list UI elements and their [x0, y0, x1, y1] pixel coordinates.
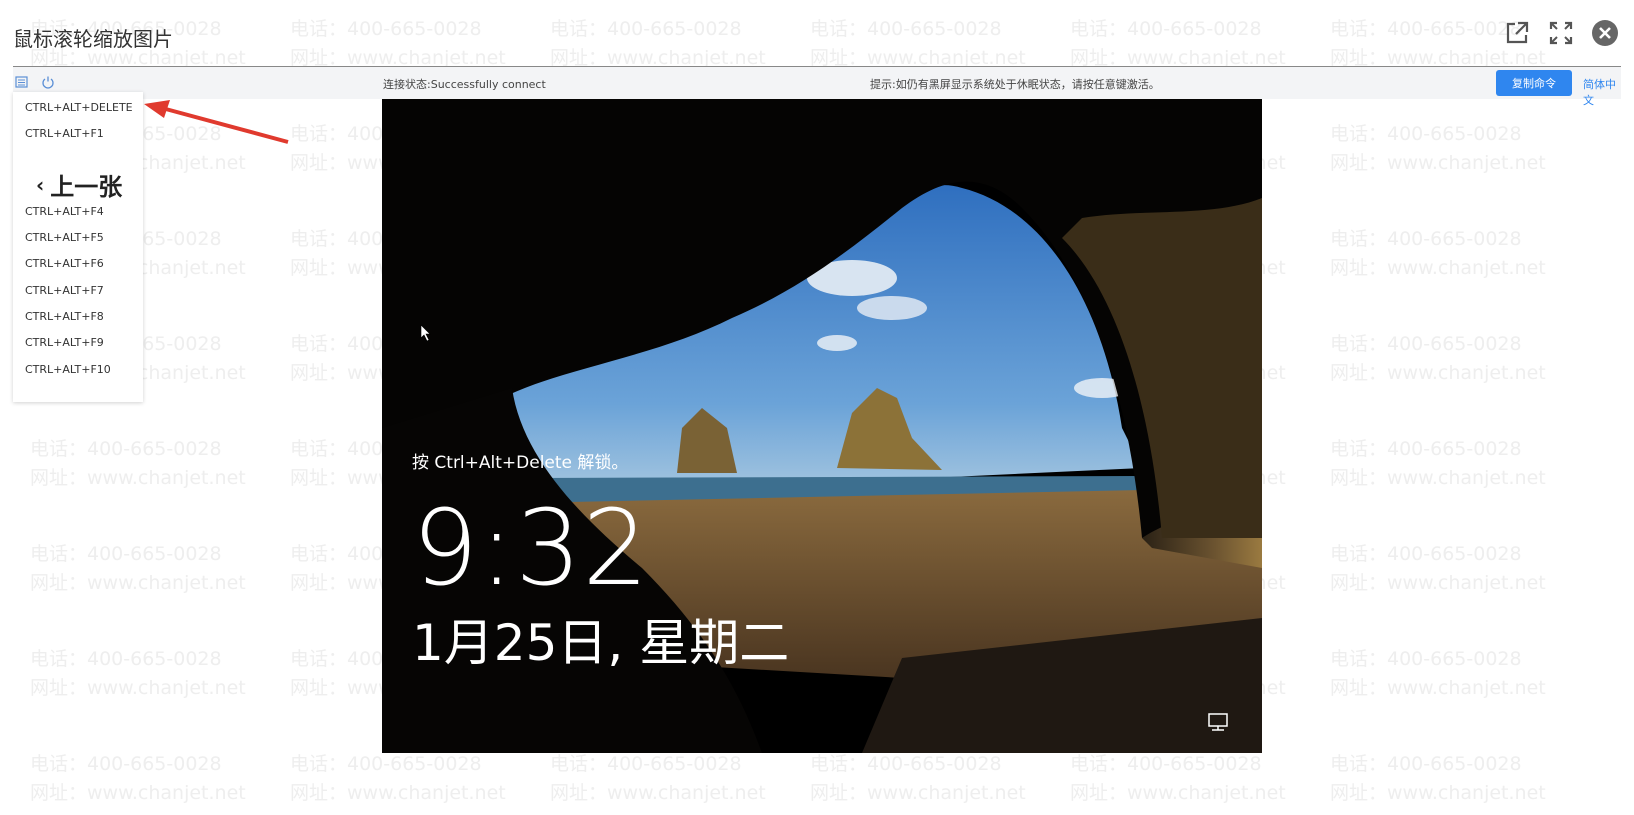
- watermark-tile: 电话：400-665-0028 网址：www.chanjet.net: [30, 540, 246, 598]
- close-icon[interactable]: [1590, 18, 1620, 48]
- watermark-phone: 电话：400-665-0028: [30, 543, 222, 565]
- watermark-site: 网址：www.chanjet.net: [810, 782, 1026, 804]
- watermark-site: 网址：www.chanjet.net: [1070, 782, 1286, 804]
- watermark-tile: 电话：400-665-0028 网址：www.chanjet.net: [30, 750, 246, 808]
- watermark-phone: 电话：400-665-0028: [550, 18, 742, 40]
- copy-command-button[interactable]: 复制命令: [1496, 70, 1572, 96]
- watermark-site: 网址：www.chanjet.net: [290, 782, 506, 804]
- watermark-tile: 电话：400-665-0028 网址：www.chanjet.net: [30, 435, 246, 493]
- connection-status: 连接状态:Successfully connect: [383, 78, 546, 91]
- chevron-left-icon: ‹: [36, 172, 45, 197]
- viewer-actions: [1502, 18, 1620, 48]
- unlock-hint: 按 Ctrl+Alt+Delete 解锁。: [412, 453, 629, 473]
- network-icon[interactable]: [1207, 713, 1231, 733]
- fullscreen-icon[interactable]: [1546, 18, 1576, 48]
- watermark-tile: 电话：400-665-0028 网址：www.chanjet.net: [30, 645, 246, 703]
- watermark-phone: 电话：400-665-0028: [30, 648, 222, 670]
- watermark-site: 网址：www.chanjet.net: [1330, 782, 1546, 804]
- watermark-site: 网址：www.chanjet.net: [1330, 467, 1546, 489]
- watermark-site: 网址：www.chanjet.net: [1330, 152, 1546, 174]
- keyboard-menu-icon[interactable]: [15, 75, 29, 89]
- watermark-phone: 电话：400-665-0028: [1330, 438, 1522, 460]
- watermark-tile: 电话：400-665-0028网址：www.chanjet.net: [1070, 15, 1286, 73]
- watermark-phone: 电话：400-665-0028: [1330, 123, 1522, 145]
- watermark-tile: 电话：400-665-0028 网址：www.chanjet.net: [550, 750, 766, 808]
- sleep-hint: 提示:如仍有黑屏显示系统处于休眠状态，请按任意键激活。: [870, 78, 1160, 91]
- watermark-phone: 电话：400-665-0028: [1330, 228, 1522, 250]
- watermark-phone: 电话：400-665-0028: [1070, 18, 1262, 40]
- watermark-tile: 电话：400-665-0028 网址：www.chanjet.net: [1330, 120, 1546, 178]
- watermark-tile: 电话：400-665-0028网址：www.chanjet.net: [810, 15, 1026, 73]
- watermark-site: 网址：www.chanjet.net: [1330, 362, 1546, 384]
- menu-item-ctrl-alt-f4[interactable]: CTRL+ALT+F4: [25, 205, 104, 218]
- mouse-cursor-icon: [420, 324, 431, 342]
- watermark-tile: 电话：400-665-0028 网址：www.chanjet.net: [1330, 225, 1546, 283]
- watermark-phone: 电话：400-665-0028: [1330, 543, 1522, 565]
- watermark-phone: 电话：400-665-0028: [550, 753, 742, 775]
- watermark-phone: 电话：400-665-0028: [30, 438, 222, 460]
- watermark-tile: 电话：400-665-0028网址：www.chanjet.net: [550, 15, 766, 73]
- previous-image-button[interactable]: ‹ 上一张: [36, 167, 122, 202]
- watermark-phone: 电话：400-665-0028: [810, 18, 1002, 40]
- viewer-title: 鼠标滚轮缩放图片: [13, 27, 173, 51]
- remote-lock-screen: 按 Ctrl+Alt+Delete 解锁。 9:32 1月25日, 星期二: [382, 98, 1262, 753]
- watermark-site: 网址：www.chanjet.net: [30, 782, 246, 804]
- watermark-tile: 电话：400-665-0028 网址：www.chanjet.net: [1330, 330, 1546, 388]
- menu-item-ctrl-alt-f10[interactable]: CTRL+ALT+F10: [25, 363, 111, 376]
- lock-time: 9:32: [412, 487, 650, 609]
- watermark-phone: 电话：400-665-0028: [1070, 753, 1262, 775]
- watermark-site: 网址：www.chanjet.net: [1330, 572, 1546, 594]
- watermark-tile: 电话：400-665-0028网址：www.chanjet.net: [290, 15, 506, 73]
- menu-item-ctrl-alt-f1[interactable]: CTRL+ALT+F1: [25, 127, 104, 140]
- watermark-tile: 电话：400-665-0028 网址：www.chanjet.net: [290, 750, 506, 808]
- watermark-phone: 电话：400-665-0028: [290, 753, 482, 775]
- key-combo-menu: CTRL+ALT+DELETE CTRL+ALT+F1 CTRL+ALT+F4 …: [13, 92, 143, 402]
- watermark-site: 网址：www.chanjet.net: [1330, 257, 1546, 279]
- watermark-site: 网址：www.chanjet.net: [30, 677, 246, 699]
- watermark-phone: 电话：400-665-0028: [30, 753, 222, 775]
- watermark-phone: 电话：400-665-0028: [1330, 648, 1522, 670]
- watermark-site: 网址：www.chanjet.net: [30, 572, 246, 594]
- open-external-icon[interactable]: [1502, 18, 1532, 48]
- menu-item-ctrl-alt-f8[interactable]: CTRL+ALT+F8: [25, 310, 104, 323]
- watermark-tile: 电话：400-665-0028 网址：www.chanjet.net: [1330, 750, 1546, 808]
- lock-date: 1月25日, 星期二: [412, 614, 790, 672]
- watermark-phone: 电话：400-665-0028: [1330, 753, 1522, 775]
- watermark-tile: 电话：400-665-0028 网址：www.chanjet.net: [1330, 540, 1546, 598]
- watermark-site: 网址：www.chanjet.net: [30, 467, 246, 489]
- watermark-site: 网址：www.chanjet.net: [1330, 677, 1546, 699]
- menu-item-ctrl-alt-f6[interactable]: CTRL+ALT+F6: [25, 257, 104, 270]
- remote-toolbar: 连接状态:Successfully connect 提示:如仍有黑屏显示系统处于…: [13, 66, 1621, 107]
- watermark-phone: 电话：400-665-0028: [1330, 333, 1522, 355]
- power-icon[interactable]: [41, 75, 55, 89]
- watermark-site: 网址：www.chanjet.net: [550, 782, 766, 804]
- menu-item-ctrl-alt-f7[interactable]: CTRL+ALT+F7: [25, 284, 104, 297]
- language-selector[interactable]: 简体中文: [1583, 76, 1621, 108]
- watermark-phone: 电话：400-665-0028: [290, 18, 482, 40]
- watermark-tile: 电话：400-665-0028 网址：www.chanjet.net: [1330, 645, 1546, 703]
- watermark-tile: 电话：400-665-0028 网址：www.chanjet.net: [1330, 435, 1546, 493]
- menu-item-ctrl-alt-delete[interactable]: CTRL+ALT+DELETE: [25, 101, 133, 114]
- menu-item-ctrl-alt-f9[interactable]: CTRL+ALT+F9: [25, 336, 104, 349]
- watermark-tile: 电话：400-665-0028 网址：www.chanjet.net: [1070, 750, 1286, 808]
- menu-item-ctrl-alt-f5[interactable]: CTRL+ALT+F5: [25, 231, 104, 244]
- watermark-tile: 电话：400-665-0028 网址：www.chanjet.net: [810, 750, 1026, 808]
- previous-image-label: 上一张: [50, 173, 123, 201]
- annotation-arrow-icon: [144, 100, 289, 144]
- watermark-phone: 电话：400-665-0028: [810, 753, 1002, 775]
